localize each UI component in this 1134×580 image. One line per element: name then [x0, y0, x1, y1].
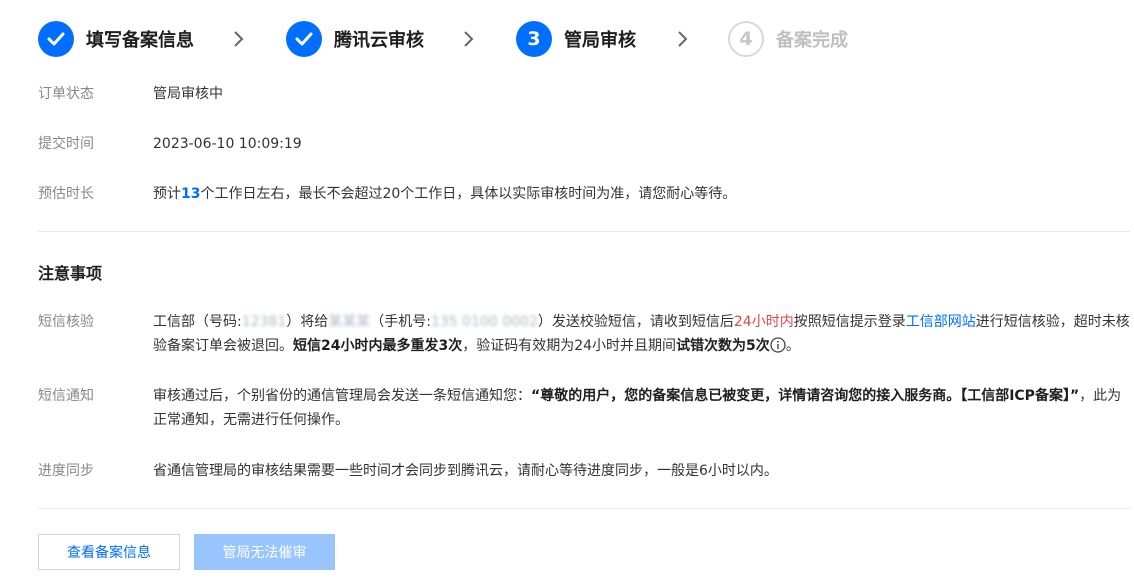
step-label: 腾讯云审核: [334, 30, 424, 51]
estimate-value: 预计13个工作日左右，最长不会超过20个工作日，具体以实际审核时间为准，请您耐心…: [153, 186, 737, 202]
field-label: 进度同步: [38, 463, 94, 479]
step-label: 填写备案信息: [86, 30, 194, 51]
progress-stepper: 填写备案信息 腾讯云审核 3 管局审核 4 备案完成: [38, 21, 1118, 57]
field-label: 短信核验: [38, 314, 94, 330]
field-label: 订单状态: [38, 86, 94, 102]
order-status-value: 管局审核中: [153, 86, 223, 102]
step-label: 备案完成: [776, 30, 848, 51]
masked-code: 12381: [241, 314, 287, 330]
info-icon[interactable]: [770, 337, 786, 353]
sms-verify-text: 工信部（号码:12381）将给某某某（手机号:135 0100 0002）发送校…: [153, 314, 1130, 354]
notes-title: 注意事项: [38, 264, 103, 283]
sms-notice-text: 审核通过后，个别省份的通信管理局会发送一条短信通知您：“尊敬的用户，您的备案信息…: [153, 388, 1122, 428]
sms-verify-row: 短信核验 工信部（号码:12381）将给某某某（手机号:135 0100 000…: [38, 310, 1131, 358]
deadline-text: 24小时内: [733, 314, 794, 330]
step-fill-info: 填写备案信息: [38, 21, 194, 57]
sms-notice-row: 短信通知 审核通过后，个别省份的通信管理局会发送一条短信通知您：“尊敬的用户，您…: [38, 384, 1131, 432]
progress-sync-text: 省通信管理局的审核结果需要一些时间才会同步到腾讯云，请耐心等待进度同步，一般是6…: [153, 463, 778, 479]
step-tencent-review: 腾讯云审核: [286, 21, 424, 57]
masked-name: 某某某: [328, 314, 371, 330]
divider: [38, 231, 1130, 232]
urge-review-button[interactable]: 管局无法催审: [194, 534, 335, 570]
field-label: 短信通知: [38, 388, 94, 404]
field-label: 预估时长: [38, 186, 94, 202]
divider: [38, 508, 1130, 509]
order-status-row: 订单状态 管局审核中: [38, 84, 223, 104]
submit-time-row: 提交时间 2023-06-10 10:09:19: [38, 134, 302, 154]
step-complete: 4 备案完成: [728, 21, 848, 57]
view-filing-info-button[interactable]: 查看备案信息: [38, 534, 180, 570]
chevron-right-icon: [464, 31, 474, 47]
check-icon: [286, 21, 322, 57]
step-bureau-review: 3 管局审核: [516, 21, 636, 57]
check-icon: [38, 21, 74, 57]
step-label: 管局审核: [564, 30, 636, 51]
chevron-right-icon: [678, 31, 688, 47]
estimate-row: 预估时长 预计13个工作日左右，最长不会超过20个工作日，具体以实际审核时间为准…: [38, 184, 736, 204]
miit-website-link[interactable]: 工信部网站: [906, 314, 976, 330]
masked-phone: 135 0100 0002: [430, 314, 538, 330]
progress-sync-row: 进度同步 省通信管理局的审核结果需要一些时间才会同步到腾讯云，请耐心等待进度同步…: [38, 459, 1131, 483]
field-label: 提交时间: [38, 136, 94, 152]
step-number-badge: 4: [728, 21, 764, 57]
estimate-days: 13: [181, 186, 201, 202]
submit-time-value: 2023-06-10 10:09:19: [153, 136, 302, 152]
chevron-right-icon: [234, 31, 244, 47]
step-number-badge: 3: [516, 21, 552, 57]
